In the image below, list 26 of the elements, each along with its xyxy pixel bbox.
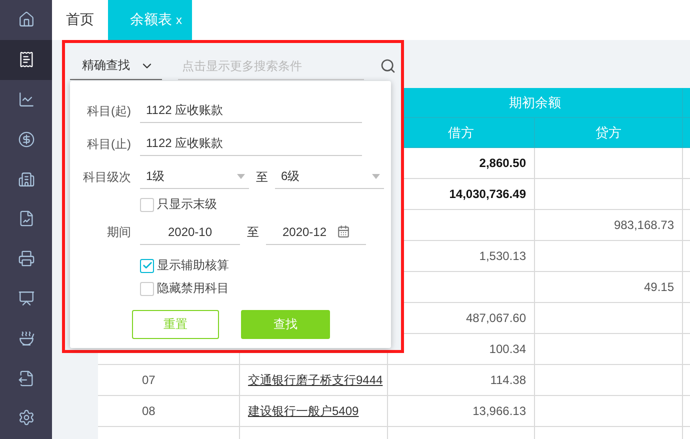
table-cell: 13,966.13	[388, 396, 535, 427]
input-field[interactable]: 1122 应收账款	[140, 99, 362, 123]
account-link[interactable]: 建设银行一般户5409	[248, 402, 359, 420]
input-field[interactable]: 1122 应收账款	[140, 132, 362, 156]
table-cell: 08	[98, 396, 240, 427]
date-field[interactable]: 2020-12	[266, 220, 366, 244]
table-cell: 983,168.73	[535, 210, 683, 241]
table-cell: 07	[98, 365, 240, 396]
field-label: 科目(起)	[86, 102, 132, 120]
column-header: 贷方	[535, 118, 683, 148]
field-label: 期间	[106, 224, 132, 240]
search-field[interactable]: 点击显示更多搜索条件	[178, 52, 364, 80]
checkbox[interactable]: 隐藏禁用科目	[140, 277, 384, 300]
field-label: 科目级次	[82, 168, 132, 186]
field-label: 科目(止)	[86, 136, 132, 152]
level-select[interactable]: 1级	[140, 165, 249, 189]
level-select[interactable]: 6级	[275, 165, 384, 189]
checkbox[interactable]: 只显示末级	[140, 193, 384, 216]
table-cell: 49.15	[535, 272, 683, 303]
account-link[interactable]: 交通银行磨子桥支行9444	[248, 372, 383, 388]
range-separator: 至	[256, 168, 268, 186]
table-cell: 114.38	[388, 365, 535, 396]
search-mode-dropdown[interactable]: 精确查找	[70, 52, 162, 80]
date-field[interactable]: 2020-10	[140, 220, 240, 244]
checkbox[interactable]: 显示辅助核算	[140, 254, 384, 277]
range-separator: 至	[247, 224, 259, 240]
